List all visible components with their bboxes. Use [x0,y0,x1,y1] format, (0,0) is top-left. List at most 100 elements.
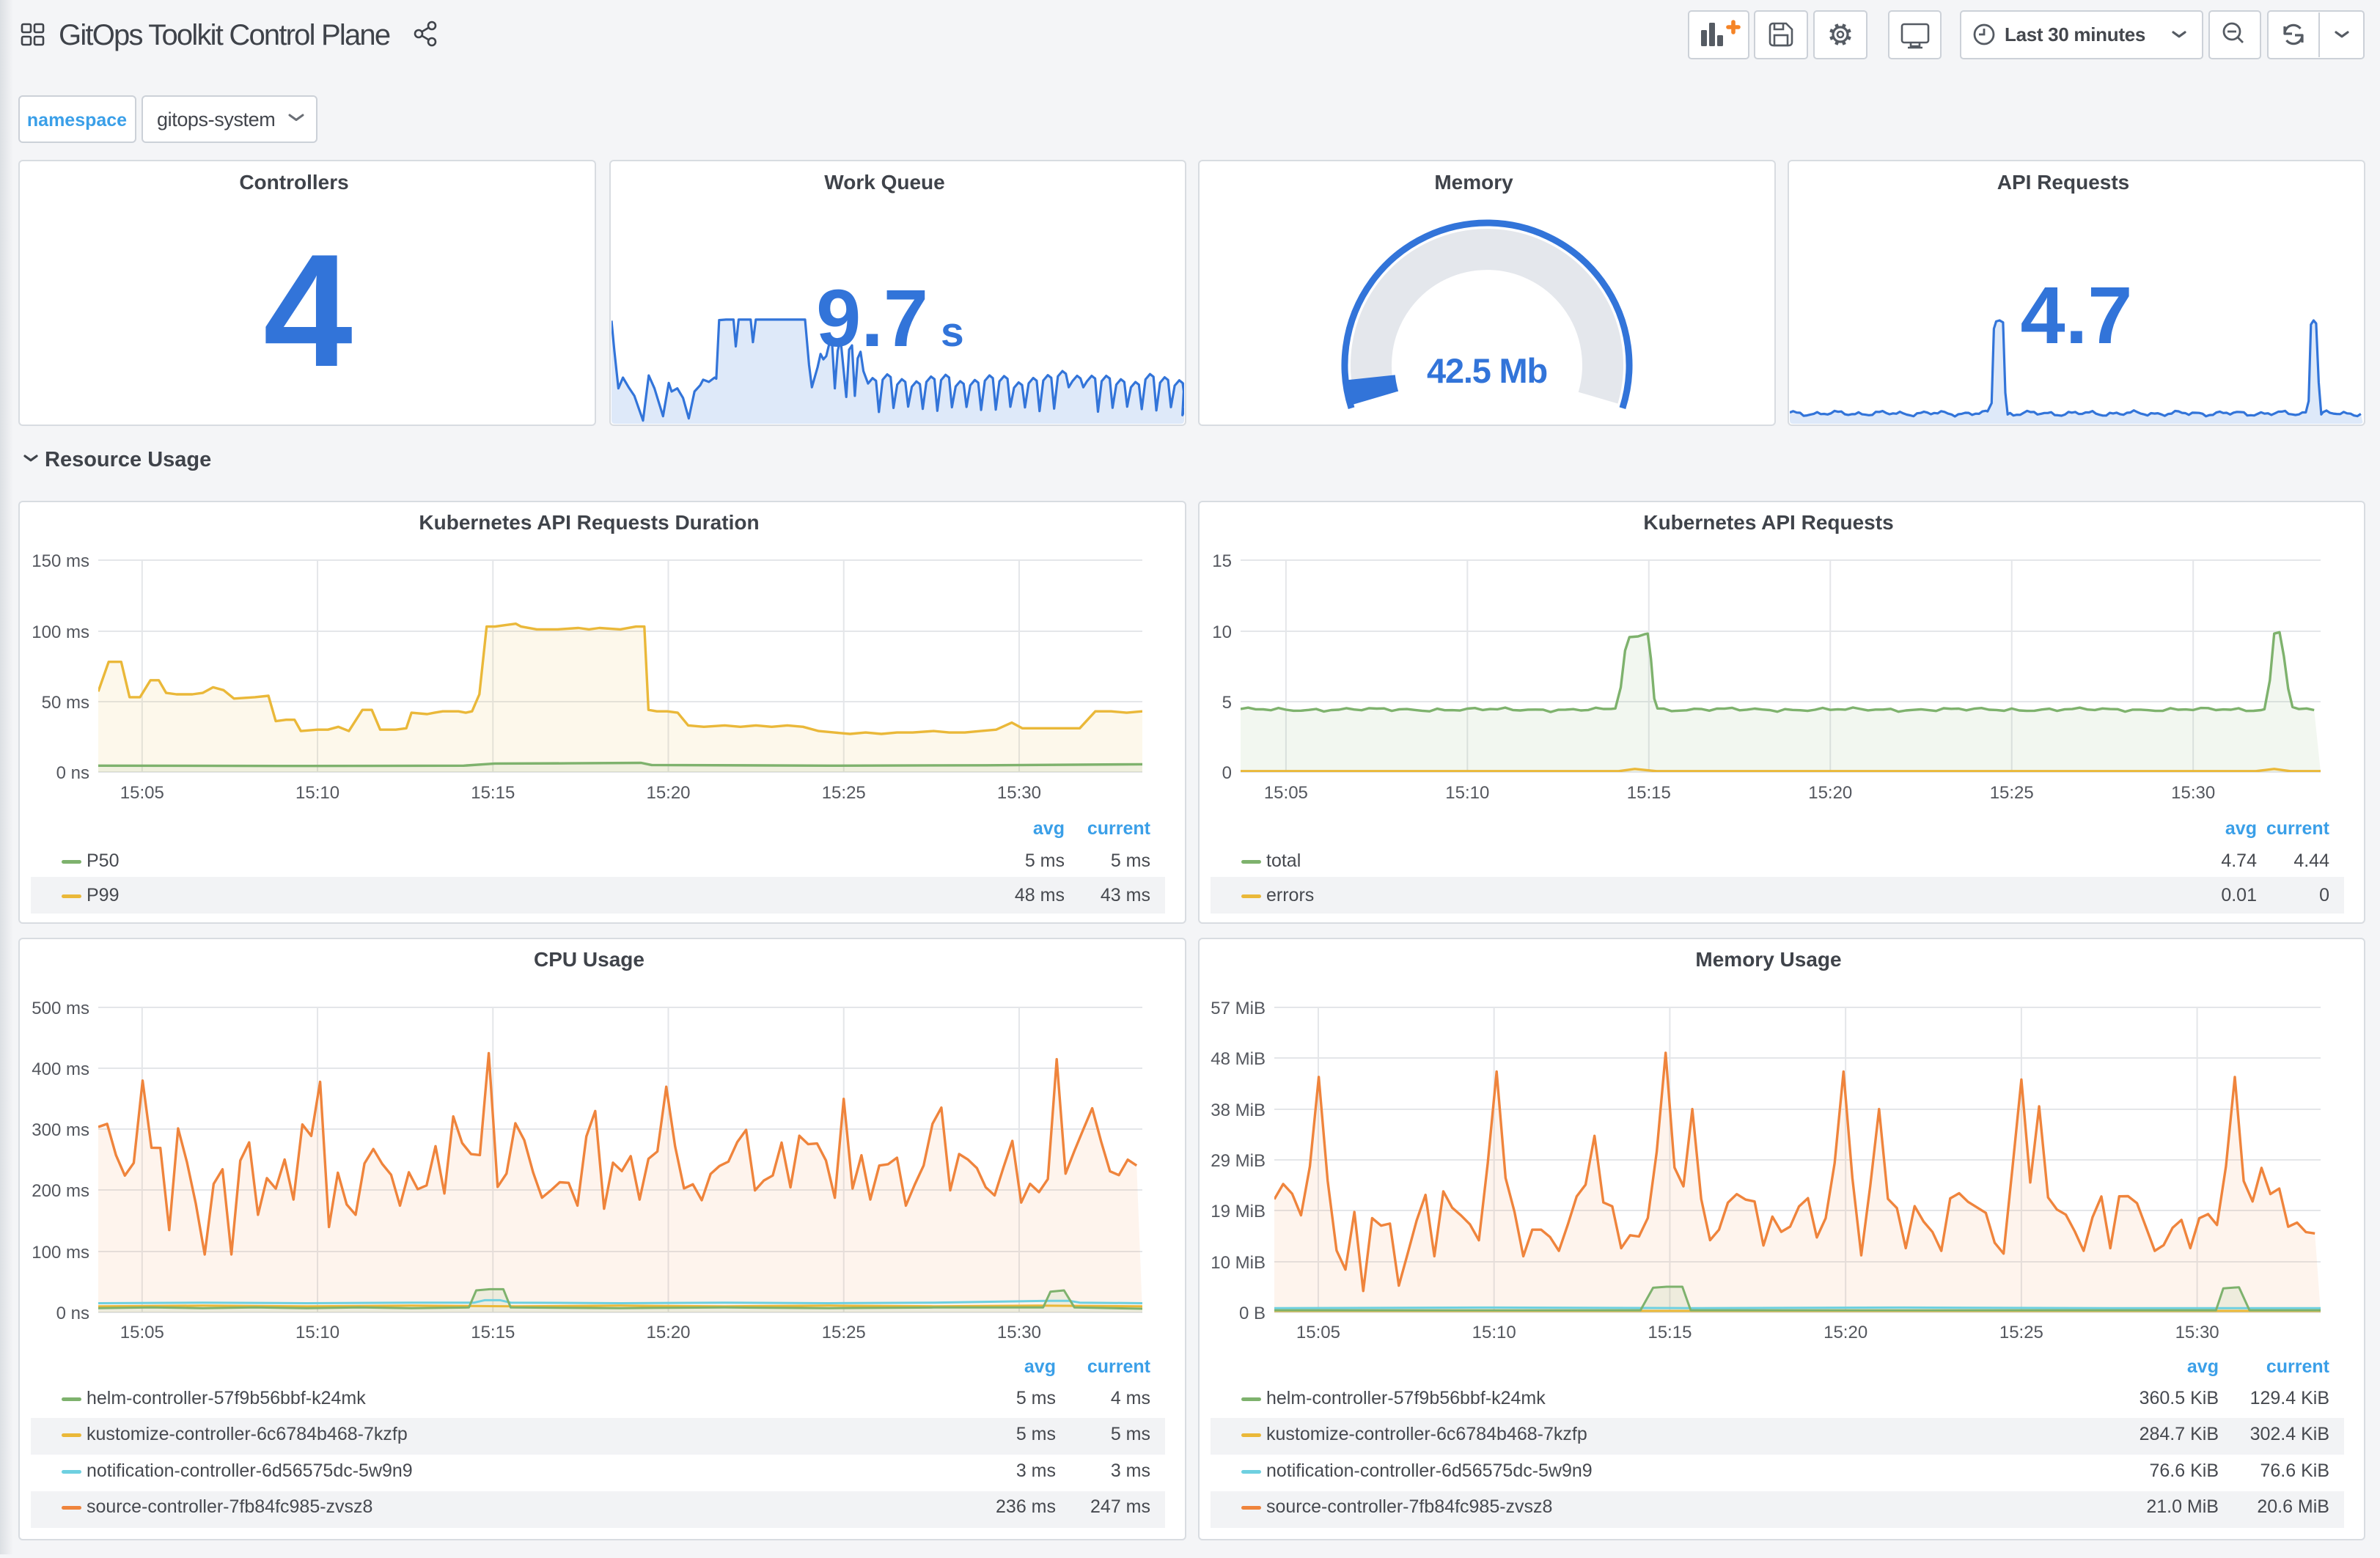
svg-text:0: 0 [1222,763,1232,783]
svg-text:0: 0 [2319,885,2329,905]
svg-text:P50: P50 [87,850,119,871]
svg-text:236 ms: 236 ms [996,1496,1056,1517]
svg-text:current: current [2266,818,2330,839]
svg-text:100 ms: 100 ms [32,622,89,642]
svg-text:15:05: 15:05 [1296,1323,1340,1342]
svg-text:P99: P99 [87,885,119,905]
svg-text:GitOps Toolkit Control Plane: GitOps Toolkit Control Plane [59,19,390,51]
svg-text:15:20: 15:20 [1823,1323,1867,1342]
svg-text:Last 30 minutes: Last 30 minutes [2005,23,2145,45]
svg-text:namespace: namespace [27,110,127,131]
svg-text:avg: avg [2187,1356,2219,1377]
svg-text:CPU Usage: CPU Usage [534,948,644,971]
svg-text:kustomize-controller-6c6784b46: kustomize-controller-6c6784b468-7kzfp [1266,1424,1587,1444]
svg-text:helm-controller-57f9b56bbf-k24: helm-controller-57f9b56bbf-k24mk [87,1388,366,1408]
svg-text:15:25: 15:25 [822,1323,866,1342]
svg-text:Resource Usage: Resource Usage [45,448,211,471]
svg-text:284.7 KiB: 284.7 KiB [2140,1424,2219,1444]
svg-text:19 MiB: 19 MiB [1211,1202,1266,1221]
svg-text:29 MiB: 29 MiB [1211,1151,1266,1171]
svg-text:15:05: 15:05 [1264,783,1308,803]
svg-text:15: 15 [1212,551,1232,571]
svg-text:5 ms: 5 ms [1111,850,1150,871]
svg-text:5: 5 [1222,693,1232,713]
svg-text:200 ms: 200 ms [32,1181,89,1201]
svg-text:9.7: 9.7 [816,273,928,364]
svg-text:avg: avg [1024,1356,1056,1377]
svg-text:15:20: 15:20 [646,783,690,803]
svg-text:21.0 MiB: 21.0 MiB [2146,1496,2219,1517]
svg-text:5 ms: 5 ms [1016,1424,1056,1444]
svg-text:20.6 MiB: 20.6 MiB [2257,1496,2329,1517]
svg-text:5 ms: 5 ms [1111,1424,1150,1444]
svg-text:15:05: 15:05 [120,1323,164,1342]
svg-text:15:15: 15:15 [1627,783,1671,803]
svg-text:15:20: 15:20 [1808,783,1852,803]
svg-text:helm-controller-57f9b56bbf-k24: helm-controller-57f9b56bbf-k24mk [1266,1388,1546,1408]
svg-text:source-controller-7fb84fc985-z: source-controller-7fb84fc985-zvsz8 [87,1496,372,1517]
svg-text:15:10: 15:10 [295,1323,339,1342]
svg-text:current: current [2266,1356,2330,1377]
svg-text:15:25: 15:25 [1999,1323,2043,1342]
svg-text:400 ms: 400 ms [32,1059,89,1079]
svg-text:10 MiB: 10 MiB [1211,1253,1266,1273]
svg-text:source-controller-7fb84fc985-z: source-controller-7fb84fc985-zvsz8 [1266,1496,1552,1517]
svg-text:0.01: 0.01 [2221,885,2257,905]
svg-text:76.6 KiB: 76.6 KiB [2260,1460,2329,1481]
svg-text:48 ms: 48 ms [1015,885,1065,905]
svg-text:50 ms: 50 ms [42,693,89,713]
svg-text:0 B: 0 B [1239,1304,1266,1323]
svg-text:Kubernetes API Requests: Kubernetes API Requests [1643,511,1893,534]
svg-text:15:30: 15:30 [997,783,1041,803]
svg-text:42.5 Mb: 42.5 Mb [1427,351,1547,390]
svg-text:notification-controller-6d5657: notification-controller-6d56575dc-5w9n9 [87,1460,413,1481]
svg-text:15:10: 15:10 [1472,1323,1516,1342]
svg-text:15:25: 15:25 [822,783,866,803]
svg-text:15:30: 15:30 [2175,1323,2219,1342]
svg-text:0 ns: 0 ns [56,763,89,783]
svg-text:15:30: 15:30 [997,1323,1041,1342]
svg-text:48 MiB: 48 MiB [1211,1049,1266,1069]
svg-text:43 ms: 43 ms [1101,885,1150,905]
svg-text:4.7: 4.7 [2021,271,2133,361]
svg-text:57 MiB: 57 MiB [1211,999,1266,1018]
svg-text:100 ms: 100 ms [32,1243,89,1263]
svg-text:4: 4 [263,221,353,400]
svg-text:Memory: Memory [1434,171,1513,194]
svg-text:kustomize-controller-6c6784b46: kustomize-controller-6c6784b468-7kzfp [87,1424,408,1444]
svg-text:s: s [941,309,964,356]
svg-text:5 ms: 5 ms [1016,1388,1056,1408]
svg-text:current: current [1087,1356,1151,1377]
svg-text:360.5 KiB: 360.5 KiB [2140,1388,2219,1408]
svg-text:4.74: 4.74 [2221,850,2257,871]
svg-text:302.4 KiB: 302.4 KiB [2250,1424,2329,1444]
svg-text:current: current [1087,818,1151,839]
svg-text:API Requests: API Requests [1997,171,2130,194]
svg-text:avg: avg [1033,818,1065,839]
svg-text:15:25: 15:25 [1990,783,2034,803]
svg-text:38 MiB: 38 MiB [1211,1100,1266,1120]
svg-text:3 ms: 3 ms [1016,1460,1056,1481]
svg-text:15:15: 15:15 [1648,1323,1692,1342]
svg-text:15:15: 15:15 [471,1323,515,1342]
svg-text:15:05: 15:05 [120,783,164,803]
svg-text:Memory Usage: Memory Usage [1695,948,1841,971]
svg-text:300 ms: 300 ms [32,1120,89,1140]
svg-text:15:20: 15:20 [646,1323,690,1342]
svg-text:avg: avg [2225,818,2257,839]
svg-text:Kubernetes API Requests Durati: Kubernetes API Requests Duration [419,511,759,534]
svg-text:500 ms: 500 ms [32,999,89,1018]
svg-text:15:10: 15:10 [295,783,339,803]
svg-text:129.4 KiB: 129.4 KiB [2250,1388,2329,1408]
svg-text:errors: errors [1266,885,1314,905]
svg-text:notification-controller-6d5657: notification-controller-6d56575dc-5w9n9 [1266,1460,1593,1481]
svg-text:15:30: 15:30 [2171,783,2215,803]
svg-text:Controllers: Controllers [239,171,348,194]
svg-text:gitops-system: gitops-system [157,109,275,131]
svg-text:10: 10 [1212,622,1232,642]
svg-text:3 ms: 3 ms [1111,1460,1150,1481]
svg-text:4.44: 4.44 [2293,850,2329,871]
svg-text:150 ms: 150 ms [32,551,89,571]
svg-text:5 ms: 5 ms [1025,850,1065,871]
svg-text:4 ms: 4 ms [1111,1388,1150,1408]
